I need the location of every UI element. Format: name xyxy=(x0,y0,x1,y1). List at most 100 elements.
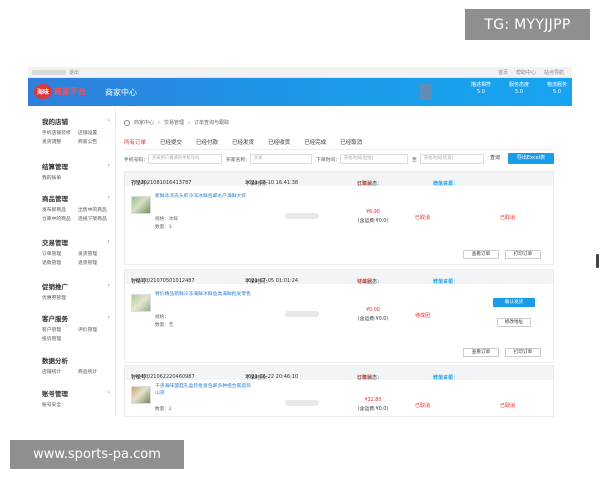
time-label: 下单时间： xyxy=(316,158,340,163)
phone-label: 手机号码： xyxy=(124,158,148,163)
phone-input[interactable]: 买家用户邀请的手机号码 xyxy=(148,154,222,164)
order-status-text: 已取消 xyxy=(415,403,431,409)
print-order-button[interactable]: 打印订单 xyxy=(505,348,541,357)
logout-link[interactable]: 退出 xyxy=(69,69,79,76)
sidebar-item[interactable]: 商品统计 xyxy=(78,368,110,375)
page-root: 退出 首页 帮助中心 站点导航 海味 商家平台 商家中心 描述相符 5.0 服务… xyxy=(0,0,600,480)
sidebar-group-title: 客户服务 xyxy=(42,315,68,323)
home-icon xyxy=(124,119,130,126)
chevron-right-icon: › xyxy=(107,313,110,321)
time-start-input[interactable]: 开始时间[起始] xyxy=(340,154,408,164)
order-header: 订单号： 7772021081016413787 下单时间： 2021-08-10 … xyxy=(125,172,553,187)
sidebar-item[interactable]: 客户管理 xyxy=(42,326,74,333)
blurred-username xyxy=(32,70,66,75)
sidebar-item[interactable]: 手机店铺装修 xyxy=(42,129,74,136)
product-thumbnail[interactable] xyxy=(131,294,151,312)
filter-bar: 手机号码： 买家用户邀请的手机号码 买家名称： 买家 下单时间： 开始时间[起始… xyxy=(124,153,554,165)
product-qty: 3 xyxy=(168,225,172,230)
time-separator: 至 xyxy=(412,158,417,163)
order-status-right: 已取消 xyxy=(500,215,516,221)
sidebar-group-title: 商品管理 xyxy=(42,195,68,203)
breadcrumb-item[interactable]: 商家中心 xyxy=(134,119,154,126)
blurred-buyer-info xyxy=(285,400,319,406)
breadcrumb-item[interactable]: 交易管理 xyxy=(164,119,184,126)
confirm-shipment-button[interactable]: 确认发货 xyxy=(493,298,535,307)
order-body: 新鲜冰冻去头虾冷冻冰鲜包邮水产海鲜大虾 规格：冰鲜 数量：3 ¥6.90 (含运费… xyxy=(125,186,553,264)
sidebar-item[interactable]: 发货调整 xyxy=(42,138,74,145)
product-title-link[interactable]: 干货海味菌菇礼盒装批发包邮多种组合家庭装山货 xyxy=(155,384,251,397)
sidebar-item[interactable]: 投诉管理 xyxy=(42,335,74,342)
chevron-right-icon: › xyxy=(107,237,110,245)
sidebar-item[interactable]: 店铺设置 xyxy=(78,129,110,136)
order-price: ¥6.90 (含运费:¥0.0) xyxy=(357,210,389,224)
divider xyxy=(124,149,552,150)
sidebar-group-products: 商品管理 › 发布新商品 出售中的商品 仓库中的商品 违规下架商品 xyxy=(42,193,112,222)
search-button[interactable]: 查询 xyxy=(490,153,500,164)
main-panel: 商家中心 › 交易管理 › 订单查询与跟踪 所有订单 已经提交 已经付款 已经发… xyxy=(118,113,558,417)
sidebar-group-title: 数据分析 xyxy=(42,357,68,365)
sidebar-item[interactable]: 发布新商品 xyxy=(42,206,74,213)
sidebar-item[interactable]: 仓库中的商品 xyxy=(42,215,74,222)
brand-logo-text: 商家平台 xyxy=(54,87,86,96)
sidebar-item[interactable]: 我的账单 xyxy=(42,174,74,181)
edit-address-button[interactable]: 修改地址 xyxy=(497,318,531,327)
order-header: 订单号： 54312021070501012487 下单时间： 2021-07-05… xyxy=(125,270,553,285)
chevron-down-icon[interactable]: ▼ xyxy=(575,89,580,96)
blurred-buyer-info xyxy=(285,213,319,219)
sidebar-item[interactable]: 违规下架商品 xyxy=(78,215,110,222)
brand-logo[interactable]: 海味 商家平台 xyxy=(34,84,86,99)
top-utility-bar: 退出 首页 帮助中心 站点导航 xyxy=(28,67,572,78)
view-order-button[interactable]: 查看订单 xyxy=(463,348,499,357)
product-thumbnail[interactable] xyxy=(131,386,151,404)
sidebar-group-title: 账号管理 xyxy=(42,390,68,398)
sidebar-item[interactable]: 店铺统计 xyxy=(42,368,74,375)
product-qty: 无 xyxy=(168,323,174,328)
sidebar-group-store: 我的店铺 › 手机店铺装修 店铺设置 发货调整 商家公告 xyxy=(42,116,112,145)
sidebar-group-promotion: 促销推广 › 优惠券管理 xyxy=(42,281,112,301)
sidebar-group-title: 交易管理 xyxy=(42,239,68,247)
blurred-buyer-info xyxy=(285,311,319,317)
sidebar-item[interactable]: 退款管理 xyxy=(42,259,74,266)
order-card: 订单号： 54312021070501012487 下单时间： 2021-07-05… xyxy=(124,269,554,363)
topbar-link-help[interactable]: 帮助中心 xyxy=(516,69,536,76)
export-excel-button[interactable]: 导出Excel表 xyxy=(508,153,554,164)
page-title: 商家中心 xyxy=(105,88,137,97)
watermark-top: TG: MYYJJPP xyxy=(465,9,590,40)
view-order-button[interactable]: 查看订单 xyxy=(463,250,499,259)
sidebar-group-title: 我的店铺 xyxy=(42,118,68,126)
breadcrumb: 商家中心 › 交易管理 › 订单查询与跟踪 xyxy=(124,119,229,126)
sidebar-group-trade: 交易管理 › 订单管理 发货管理 退款管理 退货管理 xyxy=(42,237,112,266)
scrollbar-thumb[interactable] xyxy=(596,254,599,268)
buyer-input[interactable]: 买家 xyxy=(250,154,312,164)
order-body: 特价精品新鲜冷冻海鲜冰鲜鱼类海鲜批发零售 规格： 数量：无 ¥0.00 (含运费:… xyxy=(125,284,553,362)
sidebar-item[interactable]: 出售中的商品 xyxy=(78,206,110,213)
chevron-right-icon: › xyxy=(107,193,110,201)
sidebar-item[interactable]: 商家公告 xyxy=(78,138,110,145)
order-card: 订单号： 7772021081016413787 下单时间： 2021-08-10 … xyxy=(124,171,554,265)
product-thumbnail[interactable] xyxy=(131,196,151,214)
watermark-bottom: www.sports-pa.com xyxy=(10,440,184,469)
product-title-link[interactable]: 新鲜冰冻去头虾冷冻冰鲜包邮水产海鲜大虾 xyxy=(155,194,251,201)
sidebar-item[interactable]: 优惠券管理 xyxy=(42,294,74,301)
store-ratings: 描述相符 5.0 服务态度 5.0 物流服务 5.0 xyxy=(468,82,570,96)
sidebar-item[interactable]: 账号安全 xyxy=(42,401,74,408)
order-price: ¥32.80 (含运费:¥0.0) xyxy=(357,398,389,412)
sidebar-item[interactable]: 发货管理 xyxy=(78,250,110,257)
topbar-link-sitemap[interactable]: 站点导航 xyxy=(544,69,564,76)
product-title-link[interactable]: 特价精品新鲜冷冻海鲜冰鲜鱼类海鲜批发零售 xyxy=(155,292,251,299)
sidebar-item[interactable]: 评价管理 xyxy=(78,326,110,333)
sidebar-item[interactable]: 退货管理 xyxy=(78,259,110,266)
chevron-right-icon: › xyxy=(107,116,110,124)
order-status-right: 已取消 xyxy=(500,403,516,409)
app-header: 海味 商家平台 商家中心 描述相符 5.0 服务态度 5.0 物流服务 5.0 … xyxy=(28,78,580,106)
brand-logo-icon: 海味 xyxy=(34,84,52,99)
rating-logistics: 物流服务 5.0 xyxy=(546,82,567,95)
sidebar-group-account: 账号管理 › 账号安全 xyxy=(42,388,112,408)
time-end-input[interactable]: 开始时间[结束] xyxy=(420,154,484,164)
print-order-button[interactable]: 打印订单 xyxy=(505,250,541,259)
topbar-link-home[interactable]: 首页 xyxy=(498,69,508,76)
order-status-text: 待成团 xyxy=(415,313,431,319)
rating-service: 服务态度 5.0 xyxy=(508,82,529,95)
sidebar-item[interactable]: 订单管理 xyxy=(42,250,74,257)
sidebar-group-customer: 客户服务 › 客户管理 评价管理 投诉管理 xyxy=(42,313,112,342)
